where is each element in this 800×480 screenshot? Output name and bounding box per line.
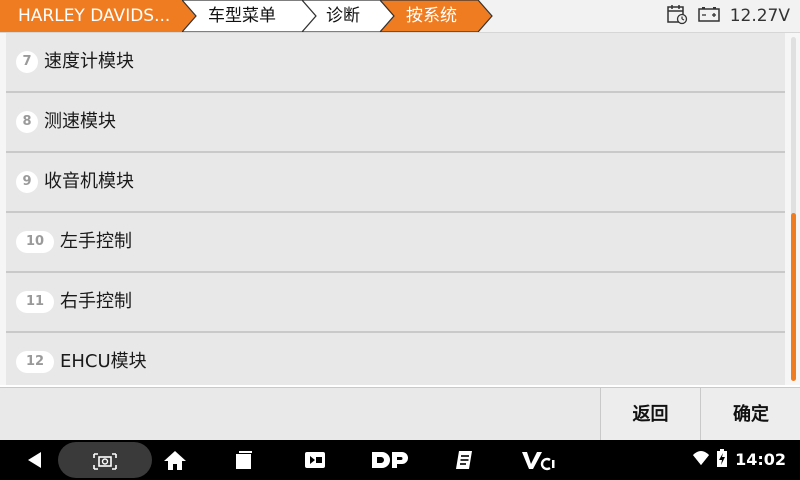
status-area: 12.27V	[666, 0, 790, 32]
battery-charging-icon	[716, 449, 728, 471]
camera-icon[interactable]	[90, 440, 120, 480]
item-label: EHCU模块	[60, 351, 147, 372]
item-label: 速度计模块	[44, 51, 134, 72]
item-label: 测速模块	[44, 111, 116, 132]
list-item[interactable]: 10 左手控制	[6, 213, 785, 273]
vehicle-info-icon[interactable]	[300, 440, 330, 480]
item-number-badge: 8	[16, 111, 38, 133]
car-battery-icon	[697, 6, 720, 26]
item-number-badge: 7	[16, 51, 38, 73]
item-label: 收音机模块	[44, 171, 134, 192]
breadcrumb-label: HARLEY DAVIDS...	[18, 6, 171, 26]
report-icon[interactable]	[450, 440, 480, 480]
breadcrumb-item-vehicle-menu[interactable]: 车型菜单	[182, 0, 322, 32]
item-label: 左手控制	[60, 231, 132, 252]
item-number-badge: 10	[16, 231, 54, 253]
list-item[interactable]: 7 速度计模块	[6, 33, 785, 93]
breadcrumb-label: 车型菜单	[208, 6, 276, 26]
item-number-badge: 9	[16, 171, 38, 193]
back-triangle-icon[interactable]	[20, 440, 50, 480]
list-item[interactable]: 8 测速模块	[6, 93, 785, 153]
item-number-badge: 12	[16, 351, 54, 373]
item-label: 右手控制	[60, 291, 132, 312]
list-item[interactable]: 12 EHCU模块	[6, 333, 785, 385]
list-item[interactable]: 11 右手控制	[6, 273, 785, 333]
breadcrumb-item-vehicle[interactable]: HARLEY DAVIDS...	[0, 0, 200, 32]
list-item[interactable]: 9 收音机模块	[6, 153, 785, 213]
vci-icon[interactable]	[518, 440, 558, 480]
system-nav-bar: 14:02	[0, 440, 800, 480]
action-bar: 返回 确定	[0, 387, 800, 441]
recent-apps-icon[interactable]	[228, 440, 258, 480]
system-list[interactable]: 7 速度计模块 8 测速模块 9 收音机模块 10 左手控制 11 右手控制 1…	[0, 33, 800, 385]
dp-icon[interactable]	[368, 440, 412, 480]
breadcrumb-label: 诊断	[326, 6, 360, 26]
scrollbar[interactable]	[791, 37, 796, 381]
system-clock: 14:02	[735, 450, 786, 469]
ok-button[interactable]: 确定	[700, 388, 800, 441]
item-number-badge: 11	[16, 291, 54, 313]
voltage-readout: 12.27V	[729, 6, 790, 26]
wifi-icon	[692, 450, 710, 470]
breadcrumb-item-by-system[interactable]: 按系统	[380, 0, 500, 32]
home-icon[interactable]	[160, 440, 190, 480]
calendar-clock-icon[interactable]	[666, 3, 688, 29]
back-button[interactable]: 返回	[600, 388, 700, 441]
system-status-icons	[692, 440, 728, 480]
scrollbar-thumb[interactable]	[791, 213, 796, 381]
breadcrumb-label: 按系统	[406, 6, 457, 26]
top-bar: HARLEY DAVIDS... 车型菜单 诊断 按系统 12.27V	[0, 0, 800, 33]
